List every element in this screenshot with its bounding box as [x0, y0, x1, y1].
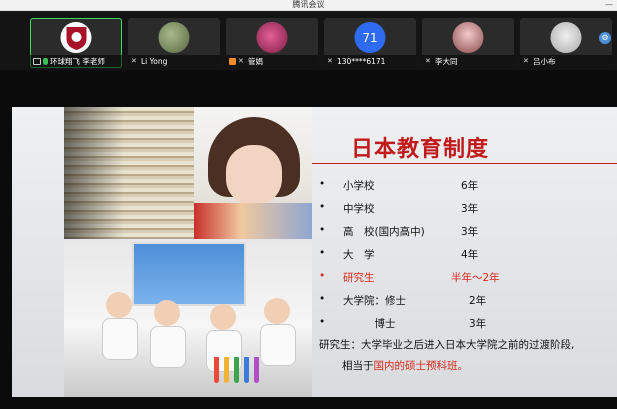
- participant-name: 吕小布: [533, 57, 556, 66]
- item-label: 大 学: [343, 249, 375, 261]
- item-label: 小学校: [343, 180, 375, 192]
- participant-name: 环球翔飞 李老师: [50, 57, 105, 66]
- item-value: 4年: [461, 249, 479, 261]
- item-value: 半年～2年: [451, 272, 500, 284]
- participant-tile[interactable]: ✕ 管娟: [226, 18, 318, 68]
- participant-namebar: ✕ 李大同: [422, 55, 514, 68]
- mic-muted-icon: ✕: [425, 57, 431, 65]
- university-crest-icon: [66, 26, 86, 50]
- item-value: 2年: [469, 295, 487, 307]
- item-label: 博士: [343, 318, 396, 330]
- window-title: 腾讯会议: [292, 0, 325, 9]
- participant-strip: 环球翔飞 李老师 ✕ Li Yong ✕ 管娟 71 ✕ 130****6171…: [0, 12, 617, 70]
- participant-tile[interactable]: 环球翔飞 李老师: [30, 18, 122, 68]
- avatar: [158, 22, 190, 53]
- participant-name: 130****6171: [337, 57, 386, 66]
- participant-namebar: ✕ 130****6171: [324, 55, 416, 68]
- item-value: 6年: [461, 180, 479, 192]
- slide-note-2: 相当于国内的硕士预科班。: [342, 358, 468, 373]
- avatar: [256, 22, 288, 53]
- shared-screen: 日本教育制度 • 小学校 6年 • 中学校 3年 • 高 校(国内高中) 3年 …: [0, 70, 617, 409]
- item-value: 3年: [469, 318, 487, 330]
- item-label: 研究生: [343, 272, 375, 284]
- item-value: 3年: [461, 203, 479, 215]
- books-photo: [64, 107, 194, 239]
- avatar: [550, 22, 582, 53]
- item-value: 3年: [461, 226, 479, 238]
- participant-name: 李大同: [435, 57, 458, 66]
- mic-on-icon: [43, 58, 48, 65]
- participant-namebar: ✕ Li Yong: [128, 55, 220, 68]
- participant-name: Li Yong: [141, 57, 168, 66]
- participant-tile[interactable]: ✕ 李大同: [422, 18, 514, 68]
- slide-note: 研究生：大学毕业之后进入日本大学院之前的过渡阶段,: [319, 339, 575, 351]
- mic-muted-icon: ✕: [523, 57, 529, 65]
- participant-tile[interactable]: 71 ✕ 130****6171: [324, 18, 416, 68]
- participant-name: 管娟: [248, 57, 263, 66]
- participant-namebar: 环球翔飞 李老师: [30, 55, 122, 68]
- participant-tile[interactable]: ✕ Li Yong: [128, 18, 220, 68]
- window-titlebar: 腾讯会议 —: [0, 0, 617, 11]
- note-prefix: 相当于: [342, 360, 374, 372]
- title-divider: [312, 163, 617, 164]
- item-label: 中学校: [343, 203, 375, 215]
- gear-icon[interactable]: ⚙: [599, 32, 611, 44]
- note-highlight: 国内的硕士预科班。: [373, 360, 469, 372]
- student-reading-photo: [194, 107, 312, 239]
- avatar-initials: 71: [362, 30, 378, 45]
- participant-tile[interactable]: ✕ 吕小布: [520, 18, 612, 68]
- item-label: 大学院：修士: [343, 295, 406, 307]
- participant-namebar: ✕ 吕小布: [520, 55, 612, 68]
- screen-share-icon: [33, 58, 41, 65]
- participant-namebar: ✕ 管娟: [226, 55, 318, 68]
- mic-muted-icon: ✕: [131, 57, 137, 65]
- avatar: [60, 22, 92, 53]
- mic-muted-icon: ✕: [327, 57, 333, 65]
- minimize-icon[interactable]: —: [605, 0, 613, 10]
- avatar: [452, 22, 484, 53]
- user-badge-icon: [229, 58, 236, 65]
- item-label: 高 校(国内高中): [343, 226, 425, 238]
- mic-muted-icon: ✕: [238, 57, 244, 65]
- avatar: 71: [354, 22, 386, 53]
- presentation-slide: 日本教育制度 • 小学校 6年 • 中学校 3年 • 高 校(国内高中) 3年 …: [12, 107, 617, 397]
- slide-title: 日本教育制度: [351, 137, 490, 162]
- children-lab-photo: [64, 240, 312, 397]
